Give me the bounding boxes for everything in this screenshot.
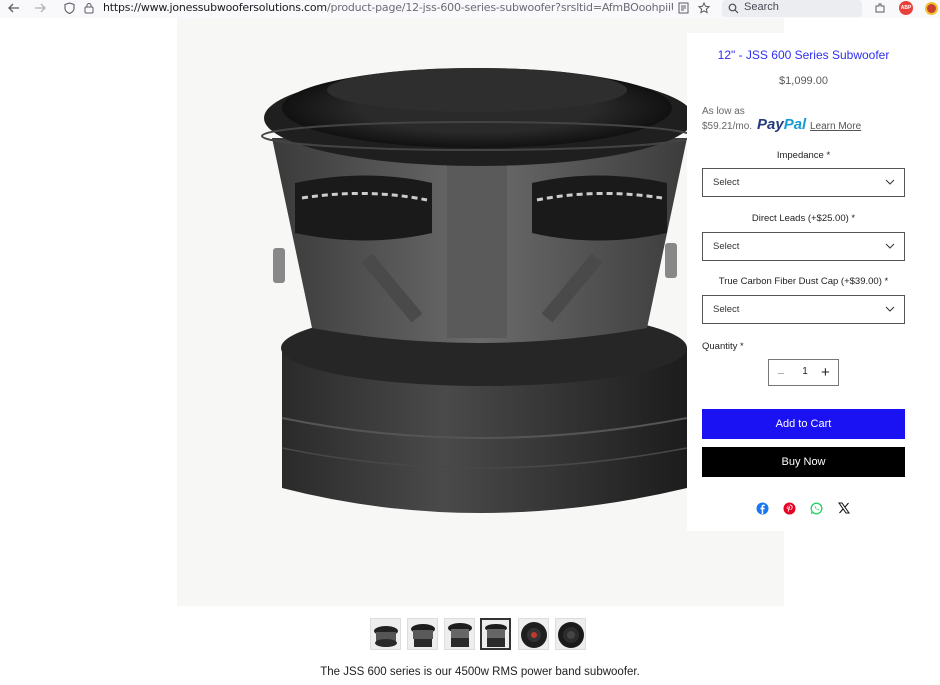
add-to-cart-button[interactable]: Add to Cart	[702, 409, 905, 439]
direct-leads-label: Direct Leads (+$25.00) *	[751, 213, 856, 224]
x-icon[interactable]	[836, 500, 852, 516]
direct-leads-select[interactable]: Select	[702, 232, 905, 261]
address-bar[interactable]: https://www.jonessubwoofersolutions.com/…	[103, 1, 673, 14]
chevron-down-icon	[885, 243, 895, 249]
direct-leads-value: Select	[713, 241, 740, 252]
thumbnail-2[interactable]	[407, 618, 438, 650]
thumbnail-5[interactable]	[518, 618, 549, 650]
paypal-logo: PayPal	[757, 116, 807, 133]
chevron-down-icon	[885, 179, 895, 185]
search-placeholder: Search	[744, 1, 779, 13]
paypal-learn-more-link[interactable]: Learn More	[810, 121, 861, 132]
thumbnail-3[interactable]	[444, 618, 475, 650]
product-price: $1,099.00	[779, 75, 828, 87]
financing-as-low-as: As low as	[702, 106, 745, 117]
impedance-label: Impedance *	[776, 150, 831, 161]
back-arrow-icon[interactable]	[5, 0, 23, 16]
bookmark-star-icon[interactable]	[695, 0, 713, 16]
thumbnail-1[interactable]	[370, 618, 401, 650]
quantity-input[interactable]: 1	[799, 366, 811, 377]
chevron-down-icon	[885, 306, 895, 312]
adblock-plus-icon[interactable]: ABP	[897, 0, 915, 16]
tracking-shield-icon[interactable]	[60, 0, 78, 16]
search-icon	[728, 3, 739, 14]
dust-cap-value: Select	[713, 304, 740, 315]
product-details-panel: 12" - JSS 600 Series Subwoofer $1,099.00…	[687, 33, 924, 531]
extensions-icon[interactable]	[871, 0, 889, 16]
buy-now-button[interactable]: Buy Now	[702, 447, 905, 477]
dust-cap-select[interactable]: Select	[702, 295, 905, 324]
impedance-value: Select	[713, 177, 740, 188]
forward-arrow-icon[interactable]	[31, 0, 49, 16]
thumbnail-6[interactable]	[555, 618, 586, 650]
lock-icon[interactable]	[80, 0, 98, 16]
quantity-label: Quantity *	[702, 341, 744, 352]
extension-badge-icon[interactable]	[922, 0, 940, 16]
impedance-select[interactable]: Select	[702, 168, 905, 197]
whatsapp-icon[interactable]	[808, 500, 824, 516]
quantity-increment-button[interactable]: +	[821, 364, 830, 381]
product-title: 12" - JSS 600 Series Subwoofer	[717, 48, 890, 62]
thumbnail-4-selected[interactable]	[480, 618, 511, 650]
quantity-stepper[interactable]: − 1 +	[768, 359, 839, 386]
reader-view-icon[interactable]	[674, 0, 692, 16]
product-description: The JSS 600 series is our 4500w RMS powe…	[320, 666, 640, 678]
pinterest-icon[interactable]	[781, 500, 797, 516]
financing-monthly: $59.21/mo.	[702, 121, 753, 132]
search-box[interactable]: Search	[722, 0, 862, 17]
quantity-decrement-button[interactable]: −	[777, 366, 785, 381]
facebook-icon[interactable]	[754, 500, 770, 516]
browser-toolbar: https://www.jonessubwoofersolutions.com/…	[0, 0, 940, 18]
dust-cap-label: True Carbon Fiber Dust Cap (+$39.00) *	[718, 276, 889, 287]
